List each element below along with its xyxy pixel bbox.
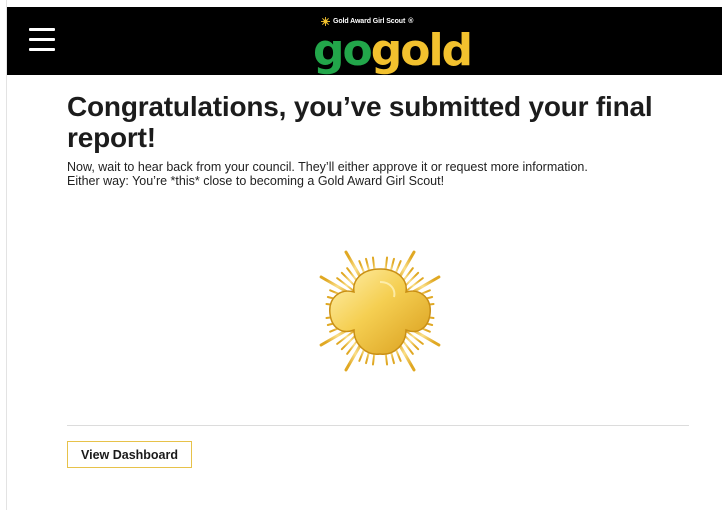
subtitle-line-1: Now, wait to hear back from your council… [67, 160, 588, 174]
logo-tagline-text: Gold Award Girl Scout [333, 18, 406, 25]
gogold-logo[interactable]: Gold Award Girl Scout ® gogold [313, 11, 473, 73]
page-title: Congratulations, you’ve submitted your f… [67, 91, 653, 153]
view-dashboard-button[interactable]: View Dashboard [67, 441, 192, 468]
hamburger-menu-icon[interactable] [29, 28, 55, 51]
page-subtitle: Now, wait to hear back from your council… [67, 160, 687, 188]
logo-wordmark: gogold [313, 29, 473, 73]
logo-tagline-trademark: ® [408, 18, 414, 25]
logo-word-go: go [313, 25, 373, 76]
top-navigation-bar: Gold Award Girl Scout ® gogold [7, 7, 722, 75]
section-divider [67, 425, 689, 426]
logo-word-gold: gold [370, 25, 473, 76]
subtitle-line-2: Either way: You’re *this* close to becom… [67, 174, 445, 188]
gold-award-trefoil-icon [292, 223, 468, 396]
page-left-border [6, 0, 7, 510]
